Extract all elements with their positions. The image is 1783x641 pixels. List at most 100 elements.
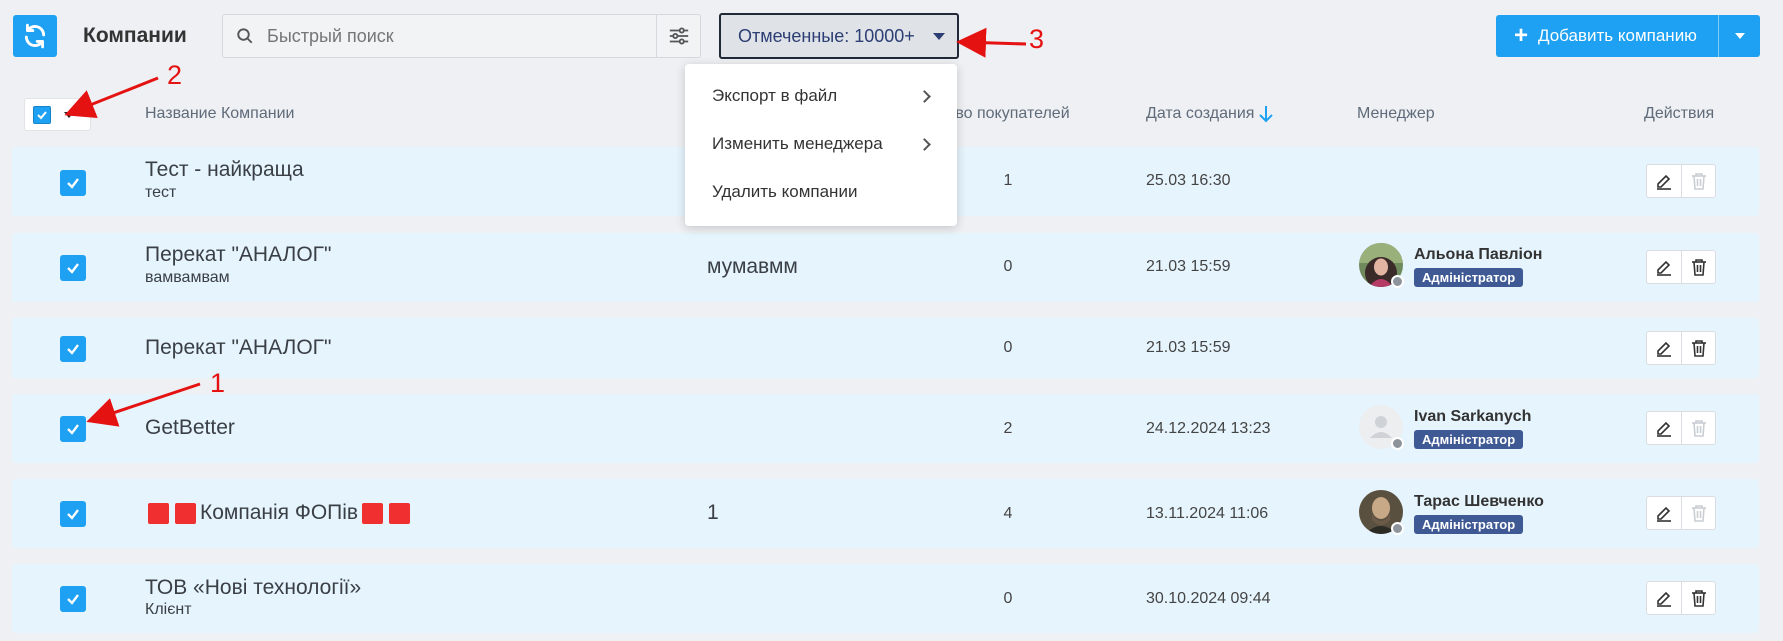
menu-item-label: Экспорт в файл	[712, 86, 838, 105]
edit-icon	[1657, 260, 1671, 276]
manager-name[interactable]: Ivan Sarkanych	[1414, 408, 1531, 426]
delete-button[interactable]	[1681, 332, 1715, 364]
company-name-text: Компанія ФОПів	[200, 501, 359, 524]
annotation-arrow-3	[956, 27, 1027, 58]
row-actions	[1646, 331, 1716, 365]
company-subtitle: Клієнт	[145, 601, 192, 618]
menu-item-delete-companies[interactable]: Удалить компании	[712, 172, 935, 212]
col-header-created[interactable]: Дата создания	[1146, 105, 1274, 123]
edit-icon	[1657, 591, 1671, 607]
refresh-icon	[24, 23, 46, 49]
trash-icon	[1691, 173, 1706, 190]
edit-button[interactable]	[1647, 497, 1681, 529]
edit-button[interactable]	[1647, 412, 1681, 444]
edit-button[interactable]	[1647, 251, 1681, 283]
edit-icon	[1657, 341, 1671, 357]
row-checkbox[interactable]	[60, 170, 86, 196]
filter-settings-button[interactable]	[656, 15, 700, 57]
company-name-link[interactable]: Перекат "АНАЛОГ"	[145, 243, 332, 267]
created-date: 25.03 16:30	[1146, 172, 1231, 189]
trash-icon	[1691, 259, 1706, 276]
row-checkbox[interactable]	[60, 416, 86, 442]
plus-icon: +	[1514, 22, 1529, 49]
red-square-icon	[175, 502, 196, 524]
manager-name[interactable]: Тарас Шевченко	[1414, 493, 1544, 511]
caret-down-icon	[932, 32, 945, 40]
company-name-link[interactable]: GetBetter	[145, 416, 235, 440]
table-row[interactable]: Компанія ФОПів 1 4 13.11.2024 11:06 Тара…	[12, 479, 1759, 548]
check-icon	[67, 509, 79, 520]
buyers-count: 1	[1003, 172, 1013, 189]
trash-icon	[1691, 590, 1706, 607]
check-icon	[67, 344, 79, 355]
company-subtitle: вамвамвам	[145, 269, 230, 286]
table-row[interactable]: Перекат "АНАЛОГ" вамвамвам мумавмм 0 21.…	[12, 233, 1759, 302]
created-date: 21.03 15:59	[1146, 258, 1231, 275]
search-box	[222, 14, 701, 58]
row-checkbox[interactable]	[60, 501, 86, 527]
company-name-link[interactable]: Тест - найкраща	[145, 158, 304, 182]
red-square-icon	[362, 502, 384, 524]
edit-button[interactable]	[1647, 582, 1681, 614]
red-square-icon	[389, 502, 411, 524]
delete-button[interactable]	[1681, 165, 1715, 197]
manager-name[interactable]: Альона Павліон	[1414, 246, 1542, 264]
menu-item-export[interactable]: Экспорт в файл	[712, 76, 935, 116]
delete-button[interactable]	[1681, 251, 1715, 283]
row-actions	[1646, 164, 1716, 198]
caret-down-icon	[1734, 33, 1745, 39]
menu-item-label: Изменить менеджера	[712, 134, 883, 153]
status-dot	[1391, 522, 1404, 535]
add-company-group: + Добавить компанию	[1496, 15, 1760, 57]
trash-icon	[1691, 420, 1706, 437]
edit-button[interactable]	[1647, 165, 1681, 197]
row-checkbox[interactable]	[60, 586, 86, 612]
select-all-checkbox[interactable]	[33, 105, 51, 124]
row-checkbox[interactable]	[60, 336, 86, 362]
col-header-buyers[interactable]: ство покупателей	[940, 105, 1070, 123]
menu-item-change-manager[interactable]: Изменить менеджера	[712, 124, 935, 164]
delete-button[interactable]	[1681, 497, 1715, 529]
row-actions	[1646, 250, 1716, 284]
manager-avatar[interactable]	[1359, 243, 1404, 288]
sort-arrow-down-icon	[1259, 106, 1274, 123]
table-row[interactable]: ТОВ «Нові технології» Клієнт 0 30.10.202…	[12, 564, 1759, 633]
company-name-link[interactable]: ТОВ «Нові технології»	[145, 576, 361, 600]
red-square-icon	[148, 502, 169, 524]
check-icon	[37, 110, 47, 119]
check-icon	[67, 178, 79, 189]
created-date: 13.11.2024 11:06	[1146, 505, 1269, 522]
marked-label: Отмеченные: 10000+	[738, 25, 915, 46]
company-name-link[interactable]: Перекат "АНАЛОГ"	[145, 336, 332, 360]
marked-dropdown-button[interactable]: Отмеченные: 10000+	[719, 13, 959, 59]
manager-avatar[interactable]	[1359, 490, 1404, 535]
check-icon	[67, 263, 79, 274]
row-checkbox[interactable]	[60, 255, 86, 281]
edit-button[interactable]	[1647, 332, 1681, 364]
col-header-name[interactable]: Название Компании	[145, 105, 294, 123]
add-company-button[interactable]: + Добавить компанию	[1496, 15, 1718, 57]
buyers-count: 0	[1003, 339, 1013, 356]
select-all-control	[24, 98, 91, 131]
col-header-manager[interactable]: Менеджер	[1357, 105, 1435, 123]
edit-icon	[1657, 506, 1671, 522]
chevron-right-icon	[918, 137, 931, 151]
manager-role-badge: Адміністратор	[1414, 430, 1524, 449]
manager-avatar[interactable]	[1359, 405, 1404, 450]
delete-button[interactable]	[1681, 412, 1715, 444]
row-actions	[1646, 581, 1716, 615]
trash-icon	[1691, 340, 1706, 357]
delete-button[interactable]	[1681, 582, 1715, 614]
search-input[interactable]	[267, 16, 656, 56]
select-options-caret-icon[interactable]	[64, 111, 74, 118]
manager-role-badge: Адміністратор	[1414, 515, 1524, 534]
trash-icon	[1691, 505, 1706, 522]
table-row[interactable]: GetBetter 2 24.12.2024 13:23 Ivan Sarkan…	[12, 394, 1759, 463]
add-options-toggle[interactable]	[1718, 15, 1760, 57]
table-row[interactable]: Перекат "АНАЛОГ" 0 21.03 15:59	[12, 318, 1759, 378]
annotation-label-1: 1	[210, 368, 226, 398]
refresh-button[interactable]	[13, 15, 57, 57]
company-subtitle: тест	[145, 184, 177, 201]
company-extra-field: мумавмм	[707, 255, 798, 278]
company-name-link[interactable]: Компанія ФОПів	[145, 501, 411, 525]
